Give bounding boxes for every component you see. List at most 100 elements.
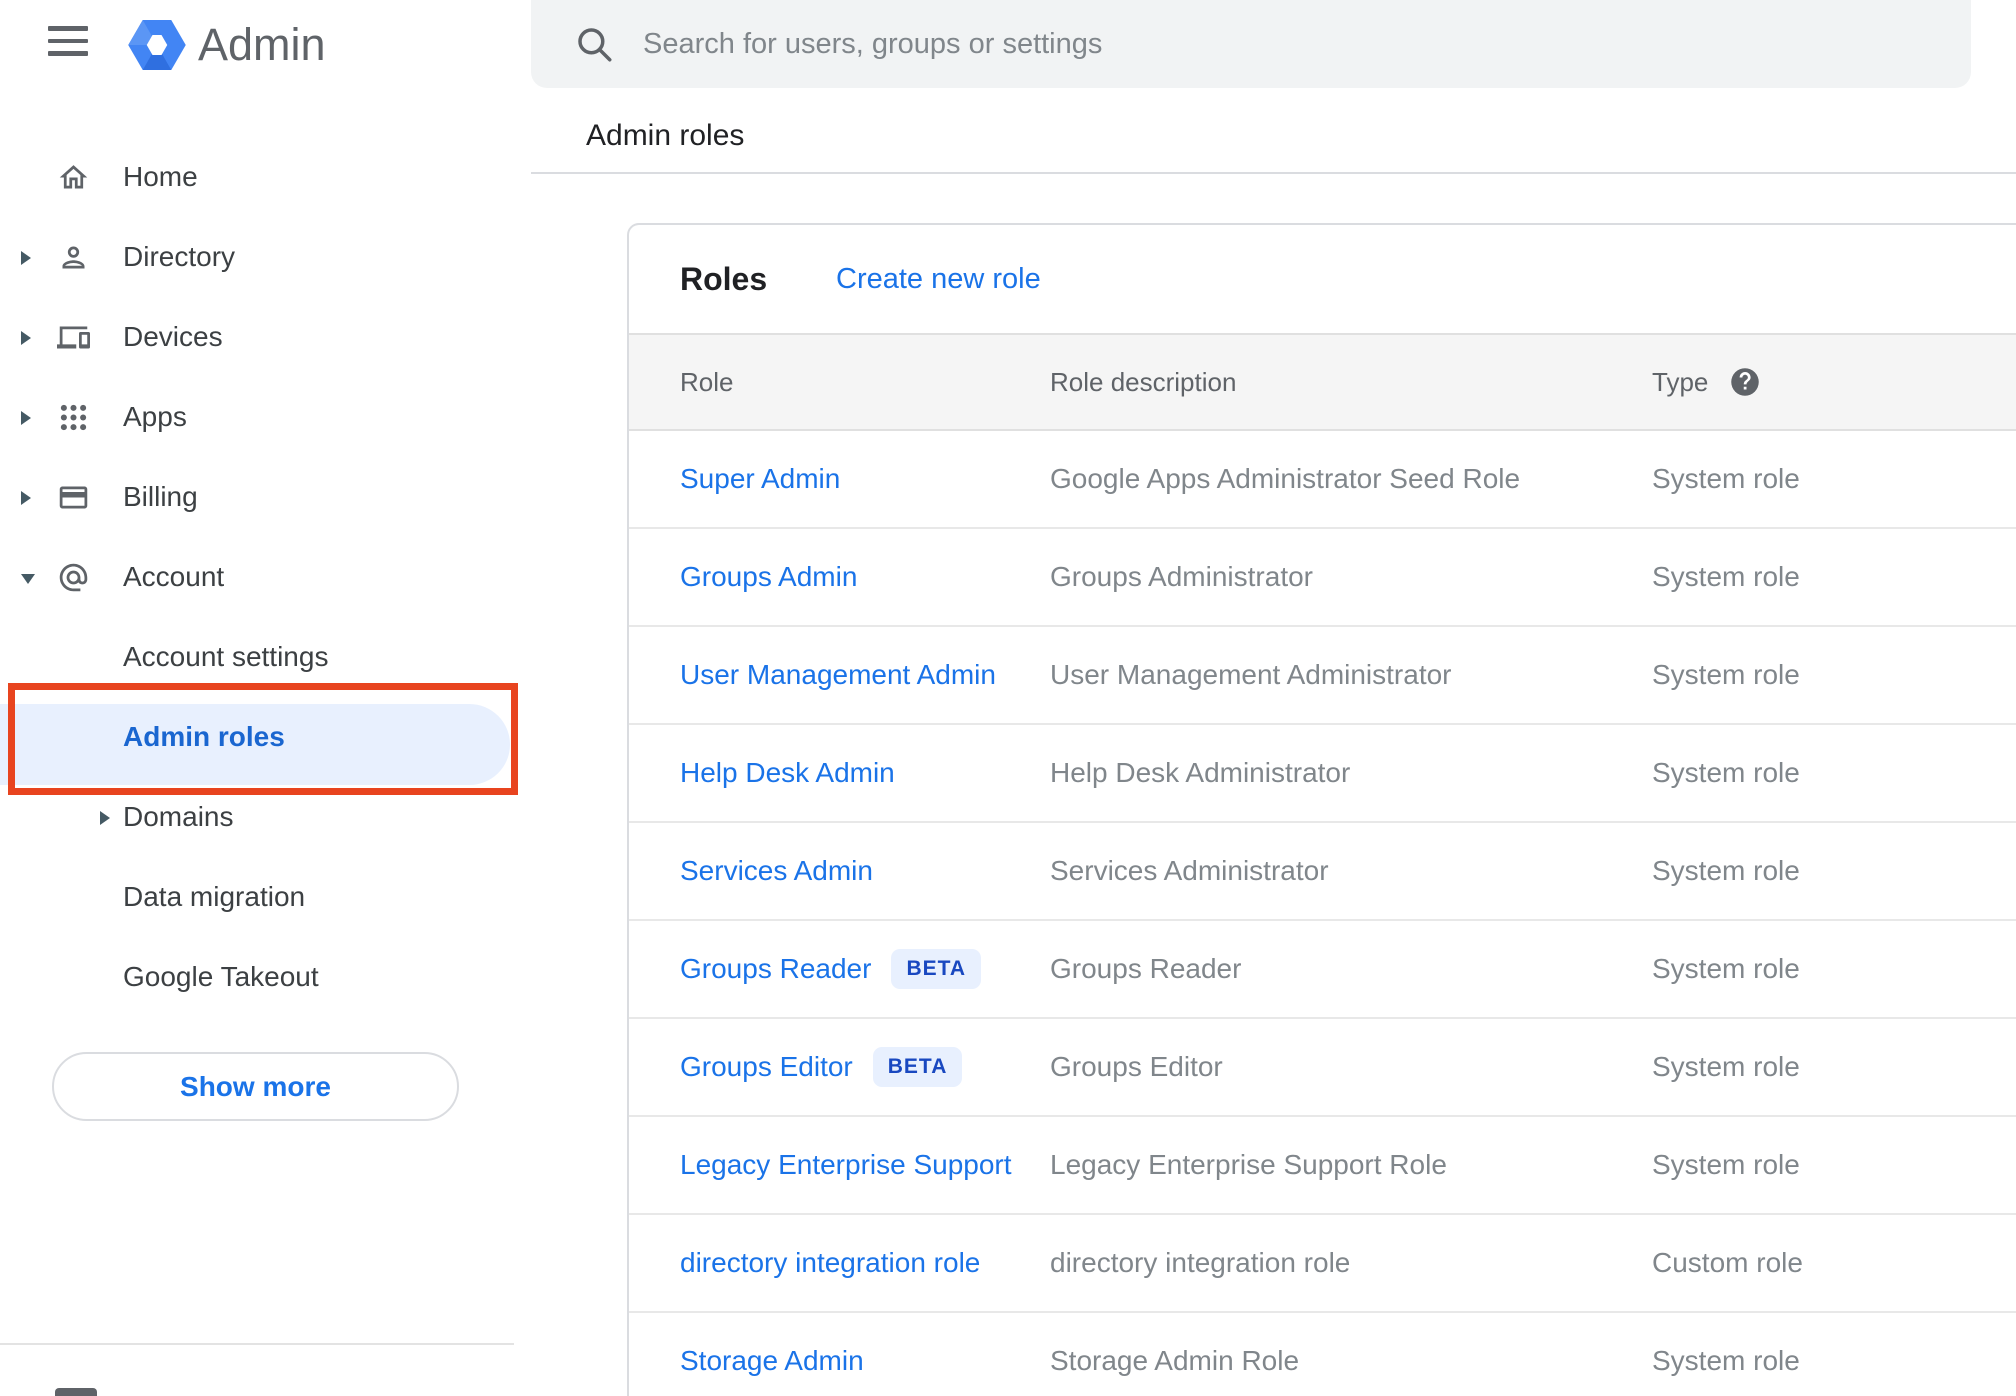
sidebar-item-billing[interactable]: Billing (0, 457, 531, 537)
sidebar-item-label: Domains (123, 801, 234, 832)
role-link[interactable]: Storage Admin (680, 1345, 864, 1377)
role-link[interactable]: User Management Admin (680, 659, 996, 691)
role-cell: Help Desk Admin (680, 757, 1050, 789)
role-link[interactable]: Groups Admin (680, 561, 857, 593)
beta-badge: BETA (872, 1047, 963, 1087)
credit-card-icon (59, 486, 88, 509)
apps-grid-icon (60, 404, 87, 431)
admin-logo-icon (128, 20, 186, 70)
search-icon (578, 28, 612, 62)
sidebar-item-domains[interactable]: Domains (0, 777, 531, 857)
role-type: System role (1652, 463, 1800, 494)
sidebar-nav: Home Directory Devices Apps Billing Acco… (0, 137, 531, 1017)
beta-badge: BETA (891, 949, 982, 989)
sidebar-item-devices[interactable]: Devices (0, 297, 531, 377)
expand-right-icon[interactable] (20, 490, 32, 506)
sidebar-item-label: Apps (123, 401, 187, 432)
show-more-button[interactable]: Show more (52, 1052, 459, 1121)
role-cell: User Management Admin (680, 659, 1050, 691)
table-row: Super Admin Google Apps Administrator Se… (629, 431, 2016, 529)
role-cell: Groups Editor BETA (680, 1047, 1050, 1087)
sidebar-item-label: Account (123, 561, 225, 592)
table-row: Services Admin Services Administrator Sy… (629, 823, 2016, 921)
role-type: System role (1652, 1149, 1800, 1180)
app-title: Admin (198, 19, 326, 70)
role-link[interactable]: Groups Editor (680, 1051, 853, 1083)
role-link[interactable]: Groups Reader (680, 953, 871, 985)
table-row: directory integration role directory int… (629, 1215, 2016, 1313)
breadcrumb: Admin roles (586, 119, 745, 152)
table-row: Help Desk Admin Help Desk Administrator … (629, 725, 2016, 823)
sidebar-item-data-migration[interactable]: Data migration (0, 857, 531, 937)
menu-icon[interactable] (48, 26, 88, 56)
sidebar-item-home[interactable]: Home (0, 137, 531, 217)
sidebar-item-label: Account settings (123, 641, 329, 672)
sidebar-item-label: Home (123, 161, 198, 192)
role-link[interactable]: Services Admin (680, 855, 873, 887)
roles-table-body: Super Admin Google Apps Administrator Se… (629, 431, 2016, 1396)
role-link[interactable]: directory integration role (680, 1247, 980, 1279)
sidebar-item-account[interactable]: Account (0, 537, 531, 617)
column-header-type-label: Type (1652, 367, 1709, 397)
table-row: Groups Reader BETA Groups Reader System … (629, 921, 2016, 1019)
column-header-type: Type (1652, 335, 1760, 429)
role-link[interactable]: Legacy Enterprise Support (680, 1149, 1012, 1181)
role-link[interactable]: Super Admin (680, 463, 840, 495)
sidebar-item-apps[interactable]: Apps (0, 377, 531, 457)
role-description: User Management Administrator (1050, 659, 1452, 690)
roles-card-header: Roles Create new role (629, 225, 2016, 333)
table-row: Groups Editor BETA Groups Editor System … (629, 1019, 2016, 1117)
table-row: Groups Admin Groups Administrator System… (629, 529, 2016, 627)
role-link[interactable]: Help Desk Admin (680, 757, 895, 789)
sidebar-item-label: Directory (123, 241, 236, 272)
role-description: Google Apps Administrator Seed Role (1050, 463, 1521, 494)
expand-right-icon[interactable] (20, 330, 32, 346)
role-type: Custom role (1652, 1247, 1803, 1278)
sidebar-item-admin-roles[interactable]: Admin roles (0, 697, 531, 785)
table-header-row: Role Role description Type (629, 333, 2016, 431)
sidebar-item-label: Google Takeout (123, 961, 319, 992)
expand-right-icon[interactable] (20, 410, 32, 426)
at-sign-icon (59, 563, 88, 592)
role-cell: Groups Reader BETA (680, 949, 1050, 989)
devices-icon (57, 326, 90, 349)
role-type: System role (1652, 757, 1800, 788)
person-icon (62, 246, 85, 269)
role-description: Groups Reader (1050, 953, 1242, 984)
search-bar[interactable] (531, 0, 1971, 88)
partial-sidebar-icon (55, 1388, 97, 1396)
sidebar-item-label: Billing (123, 481, 198, 512)
table-row: User Management Admin User Management Ad… (629, 627, 2016, 725)
sidebar-divider (0, 1343, 514, 1345)
role-cell: Legacy Enterprise Support (680, 1149, 1050, 1181)
role-description: Services Administrator (1050, 855, 1329, 886)
role-description: Help Desk Administrator (1050, 757, 1351, 788)
sidebar-item-label: Devices (123, 321, 223, 352)
create-new-role-link[interactable]: Create new role (836, 225, 1041, 333)
card-title: Roles (680, 261, 768, 297)
role-type: System role (1652, 1051, 1800, 1082)
sidebar-item-directory[interactable]: Directory (0, 217, 531, 297)
help-icon[interactable] (1730, 367, 1760, 397)
role-type: System role (1652, 561, 1800, 592)
table-row: Storage Admin Storage Admin Role System … (629, 1313, 2016, 1396)
search-input[interactable] (643, 0, 1923, 88)
sidebar-item-google-takeout[interactable]: Google Takeout (0, 937, 531, 1017)
role-description: directory integration role (1050, 1247, 1351, 1278)
sidebar-item-account-settings[interactable]: Account settings (0, 617, 531, 697)
expand-right-icon[interactable] (20, 250, 32, 266)
home-icon (59, 165, 88, 189)
role-type: System role (1652, 953, 1800, 984)
roles-card: Roles Create new role Role Role descript… (627, 223, 2016, 1396)
sidebar: Admin Home Directory Devices Apps Billin… (0, 0, 531, 1396)
main-content: Admin roles Roles Create new role Role R… (531, 0, 2016, 1396)
role-description: Groups Administrator (1050, 561, 1313, 592)
expand-down-icon[interactable] (20, 573, 36, 585)
expand-right-icon[interactable] (99, 810, 111, 826)
admin-console-page: Admin Home Directory Devices Apps Billin… (0, 0, 2016, 1396)
column-header-role: Role (680, 367, 734, 397)
role-cell: Services Admin (680, 855, 1050, 887)
role-cell: directory integration role (680, 1247, 1050, 1279)
sidebar-item-label: Data migration (123, 881, 306, 912)
role-cell: Storage Admin (680, 1345, 1050, 1377)
